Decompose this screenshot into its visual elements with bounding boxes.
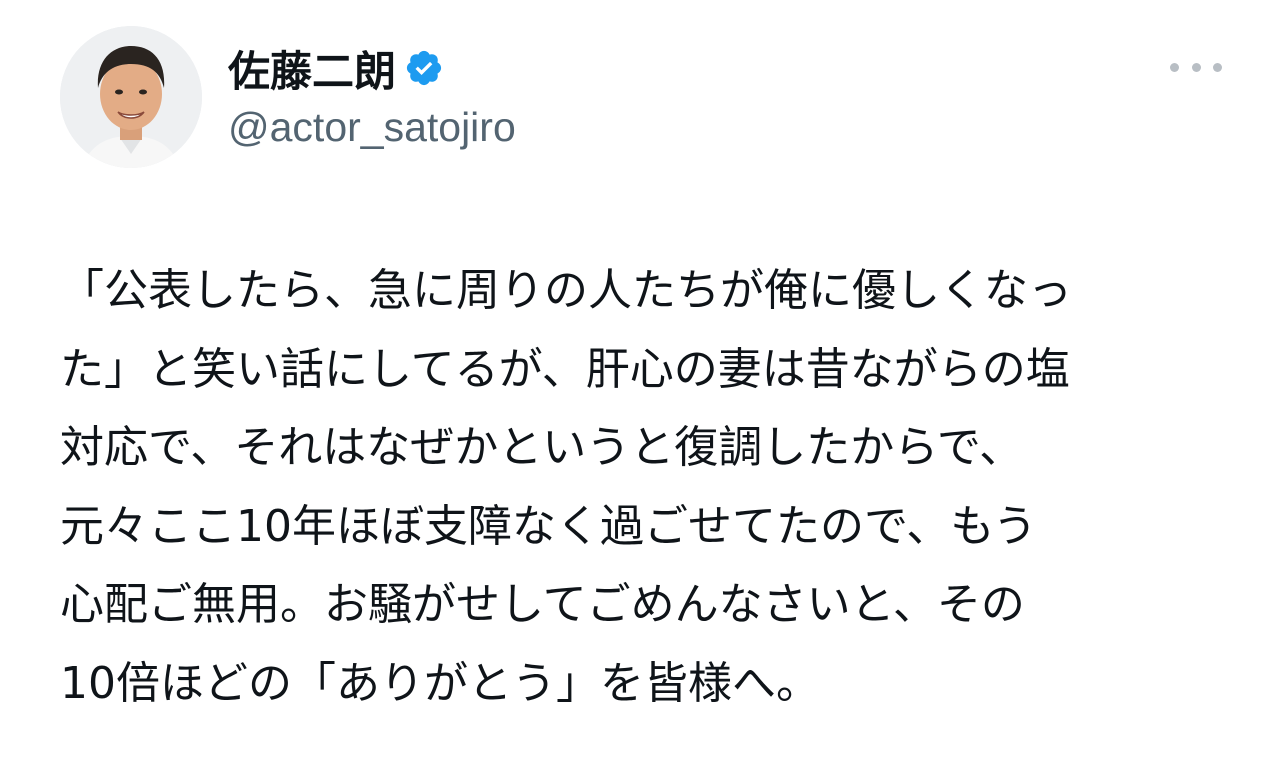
author-name-row[interactable]: 佐藤二朗 (228, 40, 444, 96)
more-dot (1191, 62, 1201, 72)
tweet-text-line: 「公表したら、急に周りの人たちが俺に優しくなっ (60, 265, 1072, 316)
author-display-name[interactable]: 佐藤二朗 (228, 38, 396, 99)
avatar-photo (60, 26, 202, 168)
tweet-text-line: 10倍ほどの「ありがとう」を皆様へ。 (60, 657, 820, 709)
tweet-card: 佐藤二朗 @actor_satojiro 「公表したら、急に周りの人たちが俺に優… (0, 0, 1284, 771)
more-dot (1170, 62, 1179, 72)
tweet-text-line: 心配ご無用。お騒がせしてごめんなさいと、その (60, 579, 1025, 630)
author-handle[interactable]: @actor_satojiro (228, 104, 516, 151)
more-options-icon[interactable] (1170, 52, 1222, 82)
tweet-text: 「公表したら、急に周りの人たちが俺に優しくなっ た」と笑い話にしてるが、肝心の妻… (60, 252, 1240, 723)
author-avatar[interactable] (60, 26, 202, 168)
tweet-text-line: 対応で、それはなぜかというと復調したからで、 (60, 422, 1024, 473)
tweet-text-line: 元々ここ10年ほぼ支障なく過ごせてたので、もう (60, 500, 1037, 552)
tweet-text-line: た」と笑い話にしてるが、肝心の妻は昔ながらの塩 (60, 343, 1070, 395)
more-dot (1213, 62, 1222, 72)
verified-badge-icon (404, 48, 444, 88)
